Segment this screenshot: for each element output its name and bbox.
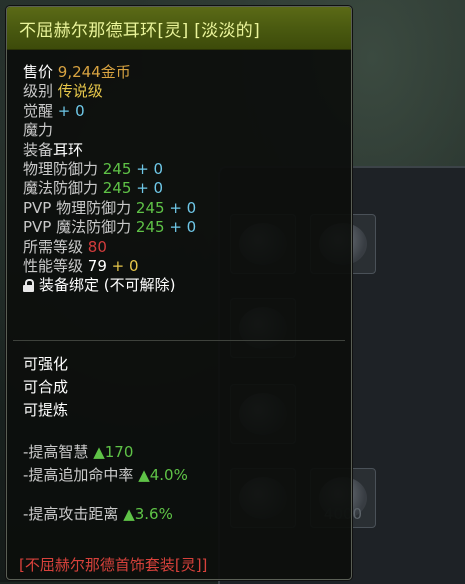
magic-row: 魔力 xyxy=(23,121,341,140)
bonus-row: -提高智慧 ▲170 xyxy=(23,441,188,464)
item-tooltip: 不屈赫尔那德耳环[灵] [淡淡的] 售价 9,244金币 级别 传说级 觉醒 +… xyxy=(6,6,352,580)
perf-level-bonus: + 0 xyxy=(111,256,139,275)
pdef-row: 物理防御力 245 + 0 xyxy=(23,160,341,179)
pvp-pdef-bonus: + 0 xyxy=(169,198,197,217)
price-value: 9,244金币 xyxy=(57,63,131,81)
perf-level-value: 79 xyxy=(87,256,107,275)
bonus-label: -提高智慧 xyxy=(23,443,89,461)
equip-value: 耳环 xyxy=(53,140,84,159)
attribute-item: 可强化 xyxy=(23,355,69,373)
awaken-row: 觉醒 + 0 xyxy=(23,102,341,121)
item-attributes: 可强化 可合成 可提炼 xyxy=(23,353,68,422)
pvp-mdef-value: 245 xyxy=(135,218,165,237)
divider xyxy=(13,340,345,341)
tooltip-title-bar: 不屈赫尔那德耳环[灵] [淡淡的] xyxy=(7,7,351,50)
perf-level-row: 性能等级 79 + 0 xyxy=(23,257,341,276)
mdef-bonus: + 0 xyxy=(136,179,164,198)
grade-label: 级别 xyxy=(23,82,54,101)
item-stats: 售价 9,244金币 级别 传说级 觉醒 + 0 魔力 装备耳环 物理防御力 2… xyxy=(23,63,341,296)
pvp-mdef-row: PVP 魔法防御力 245 + 0 xyxy=(23,218,341,237)
grade-value: 传说级 xyxy=(57,82,103,101)
magic-label: 魔力 xyxy=(23,121,54,140)
equip-row: 装备耳环 xyxy=(23,141,341,160)
perf-level-label: 性能等级 xyxy=(23,256,84,275)
mdef-value: 245 xyxy=(102,179,132,198)
bonus-value: ▲4.0% xyxy=(138,466,188,484)
pvp-mdef-label: PVP 魔法防御力 xyxy=(23,218,132,237)
set-name: [不屈赫尔那德首饰套装[灵]] xyxy=(19,556,208,574)
bind-text: 装备绑定 (不可解除) xyxy=(39,276,176,295)
pdef-value: 245 xyxy=(102,159,132,178)
equip-label: 装备 xyxy=(23,140,54,159)
bonus-row: -提高攻击距离 ▲3.6% xyxy=(23,503,188,526)
pvp-pdef-label: PVP 物理防御力 xyxy=(23,198,132,217)
pdef-label: 物理防御力 xyxy=(23,159,99,178)
grade-row: 级别 传说级 xyxy=(23,82,341,101)
bonus-row: -提高追加命中率 ▲4.0% xyxy=(23,464,188,487)
price-label: 售价 xyxy=(23,63,54,81)
pvp-pdef-row: PVP 物理防御力 245 + 0 xyxy=(23,199,341,218)
bonus-label: -提高攻击距离 xyxy=(23,505,119,523)
bonus-value: ▲3.6% xyxy=(123,505,173,523)
price-row: 售价 9,244金币 xyxy=(23,63,341,82)
pvp-pdef-value: 245 xyxy=(135,198,165,217)
attribute-item: 可合成 xyxy=(23,378,69,396)
pdef-bonus: + 0 xyxy=(136,159,164,178)
mdef-label: 魔法防御力 xyxy=(23,179,99,198)
req-level-label: 所需等级 xyxy=(23,237,84,256)
bonus-value: ▲170 xyxy=(93,443,134,461)
lock-icon xyxy=(23,279,34,293)
req-level-value: 80 xyxy=(87,237,107,256)
pvp-mdef-bonus: + 0 xyxy=(169,218,197,237)
item-title: 不屈赫尔那德耳环[灵] [淡淡的] xyxy=(19,21,261,41)
bonus-stats: -提高智慧 ▲170 -提高追加命中率 ▲4.0% -提高攻击距离 ▲3.6% xyxy=(23,441,188,526)
req-level-row: 所需等级 80 xyxy=(23,238,341,257)
bonus-label: -提高追加命中率 xyxy=(23,466,134,484)
awaken-value: + 0 xyxy=(57,101,85,120)
attribute-item: 可提炼 xyxy=(23,401,69,419)
awaken-label: 觉醒 xyxy=(23,101,54,120)
mdef-row: 魔法防御力 245 + 0 xyxy=(23,179,341,198)
bind-row: 装备绑定 (不可解除) xyxy=(23,276,341,295)
